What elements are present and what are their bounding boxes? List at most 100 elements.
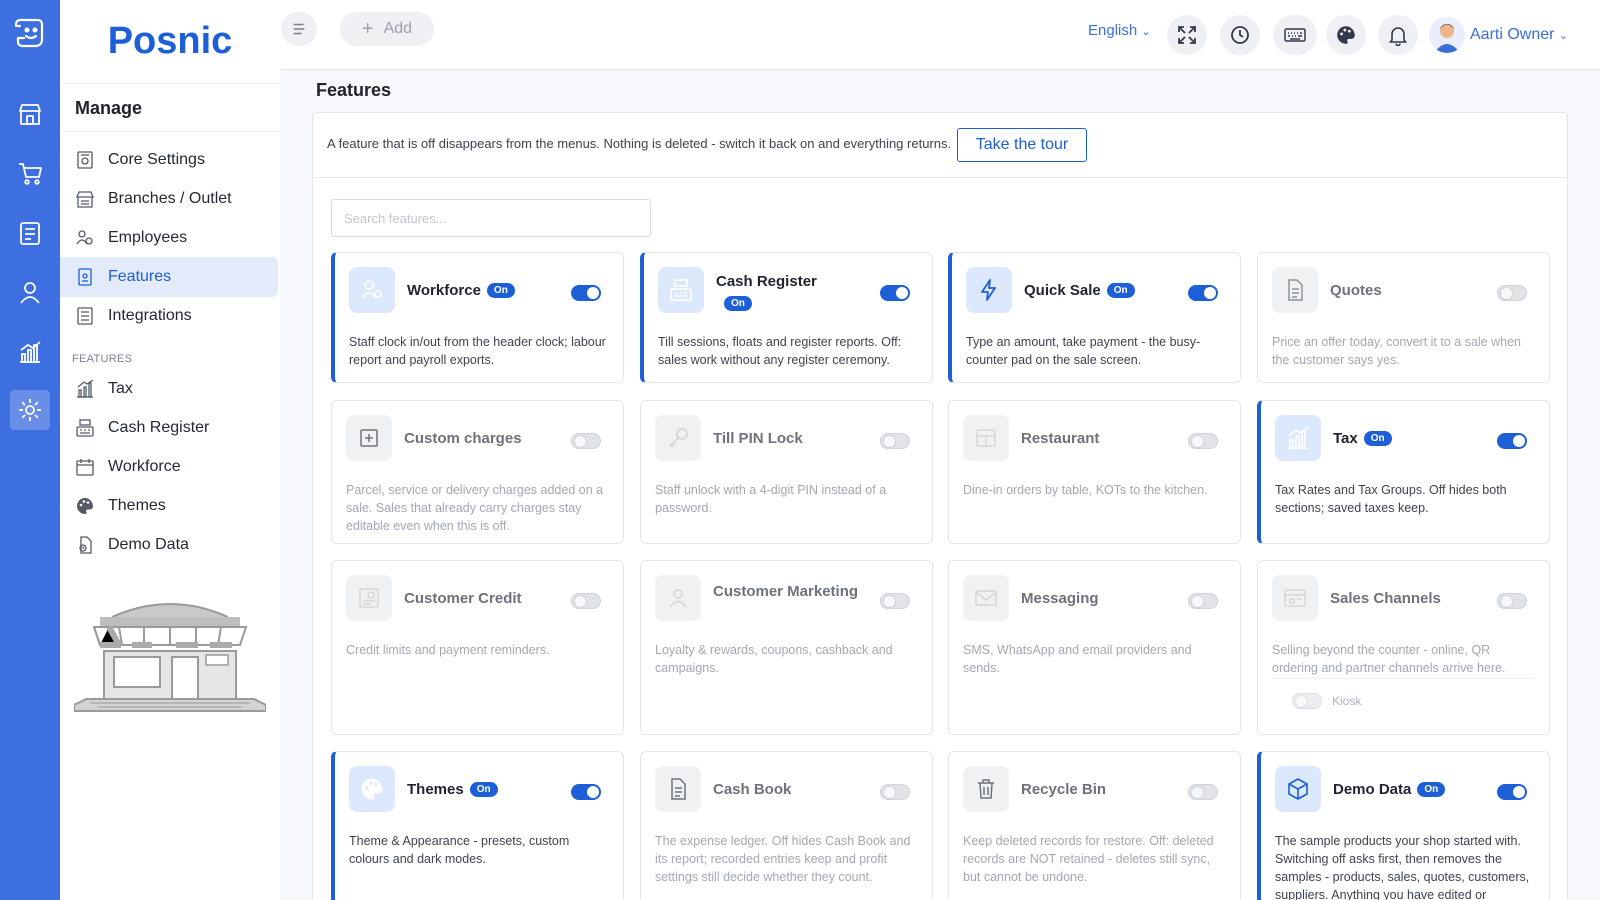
features-doc-icon — [74, 266, 96, 288]
user-menu[interactable]: Aarti Owner ⌄ — [1470, 26, 1568, 44]
bell-icon — [1388, 27, 1408, 46]
feature-toggle[interactable] — [1497, 593, 1527, 609]
card-title: Tax On — [1333, 430, 1392, 447]
clock-icon — [1231, 26, 1249, 44]
integrations-list-icon — [74, 305, 96, 327]
card-description: Till sessions, floats and register repor… — [658, 335, 902, 367]
rail-gear-icon[interactable] — [10, 390, 50, 430]
credit-icon — [346, 575, 392, 621]
document-icon — [655, 766, 701, 812]
person-icon — [655, 575, 701, 621]
card-title: Cash Register On — [716, 273, 817, 311]
manage-heading: Manage — [75, 98, 143, 118]
feature-toggle[interactable] — [1497, 433, 1527, 449]
top-bar: + Add English ⌄ Aarti Owner ⌄ — [280, 0, 1600, 70]
feature-toggle[interactable] — [1188, 593, 1218, 609]
language-selector[interactable]: English ⌄ — [1088, 22, 1151, 39]
feature-toggle[interactable] — [571, 285, 601, 301]
clock-button[interactable] — [1220, 15, 1260, 55]
cash-register-icon — [658, 267, 704, 313]
feature-toggle[interactable] — [880, 285, 910, 301]
feature-toggle[interactable] — [880, 593, 910, 609]
lightning-icon — [966, 267, 1012, 313]
user-name-label: Aarti Owner — [1470, 26, 1555, 43]
on-badge: On — [1106, 283, 1135, 298]
search-input[interactable] — [331, 199, 651, 237]
icon-rail — [0, 0, 60, 900]
rail-clipboard-icon[interactable] — [10, 213, 50, 253]
fullscreen-icon — [1178, 26, 1196, 44]
kiosk-label: Kiosk — [1332, 694, 1362, 708]
notifications-button[interactable] — [1378, 15, 1418, 55]
feature-card-tax: Tax On Tax Rates and Tax Groups. Off hide… — [1257, 400, 1550, 544]
feature-toggle[interactable] — [880, 784, 910, 800]
feature-card-quotes: Quotes Price an offer today, convert it … — [1257, 252, 1550, 383]
add-button[interactable]: + Add — [340, 12, 434, 46]
feature-card-quick-sale: Quick Sale On Type an amount, take paymen… — [948, 252, 1241, 383]
sidebar-item-features[interactable]: Features — [60, 257, 278, 297]
card-title: Customer Credit — [404, 590, 522, 607]
card-title: Quotes — [1330, 282, 1382, 299]
feature-toggle[interactable] — [1188, 433, 1218, 449]
sidebar-item-workforce[interactable]: Workforce — [60, 447, 280, 487]
fullscreen-button[interactable] — [1167, 15, 1207, 55]
sidebar-item-demo-data[interactable]: Demo Data — [60, 525, 280, 565]
card-description: Loyalty & rewards, coupons, cashback and… — [655, 643, 893, 675]
feature-toggle[interactable] — [571, 433, 601, 449]
rail-user-icon[interactable] — [10, 272, 50, 312]
sidebar-item-cash-register[interactable]: Cash Register — [60, 408, 280, 448]
settings-doc-icon — [74, 149, 96, 171]
sidebar-item-label: Demo Data — [108, 536, 189, 553]
card-description: SMS, WhatsApp and email providers and se… — [963, 643, 1192, 675]
avatar[interactable] — [1429, 17, 1465, 53]
keyboard-button[interactable] — [1273, 15, 1317, 55]
feature-toggle[interactable] — [1188, 285, 1218, 301]
card-description: Theme & Appearance - presets, custom col… — [349, 834, 570, 866]
feature-toggle[interactable] — [1188, 784, 1218, 800]
rail-cart-icon[interactable] — [10, 153, 50, 193]
trash-icon — [963, 766, 1009, 812]
sidebar-item-themes[interactable]: Themes — [60, 486, 280, 526]
rail-store-icon[interactable] — [10, 94, 50, 134]
palette-icon — [349, 766, 395, 812]
features-section-label: FEATURES — [72, 353, 133, 365]
features-notice: A feature that is off disappears from th… — [327, 136, 952, 151]
keyboard-icon — [1284, 28, 1306, 42]
feature-card-till-pin-lock: Till PIN Lock Staff unlock with a 4-digi… — [640, 400, 933, 544]
menu-toggle-button[interactable] — [281, 12, 317, 46]
sidebar-item-core-settings[interactable]: Core Settings — [60, 140, 280, 180]
brand-logo[interactable]: Posnic — [60, 0, 280, 84]
on-badge: On — [486, 283, 515, 298]
card-description: Parcel, service or delivery charges adde… — [346, 483, 604, 533]
feature-toggle[interactable] — [571, 784, 601, 800]
workforce-calendar-icon — [74, 456, 96, 478]
feature-card-themes: Themes On Theme & Appearance - presets, c… — [331, 751, 624, 900]
sidebar-item-label: Themes — [108, 497, 166, 514]
card-title: Custom charges — [404, 430, 522, 447]
menu-lines-icon — [293, 23, 305, 35]
sidebar-item-integrations[interactable]: Integrations — [60, 296, 280, 336]
kiosk-toggle[interactable] — [1292, 693, 1322, 709]
divider — [60, 131, 280, 132]
feature-toggle[interactable] — [1497, 285, 1527, 301]
take-tour-button[interactable]: Take the tour — [957, 128, 1087, 162]
sidebar-item-employees[interactable]: Employees — [60, 218, 280, 258]
app-logo-icon[interactable] — [10, 12, 50, 52]
feature-toggle[interactable] — [880, 433, 910, 449]
card-description: Dine-in orders by table, KOTs to the kit… — [963, 483, 1208, 497]
channels-icon — [1272, 575, 1318, 621]
feature-card-cash-register: Cash Register On Till sessions, floats an… — [640, 252, 933, 383]
cube-icon — [1275, 766, 1321, 812]
theme-button[interactable] — [1326, 15, 1366, 55]
feature-toggle[interactable] — [1497, 784, 1527, 800]
rail-chart-icon[interactable] — [10, 332, 50, 372]
sidebar-item-branches[interactable]: Branches / Outlet — [60, 179, 280, 219]
card-title: Restaurant — [1021, 430, 1100, 447]
employees-gear-icon — [74, 227, 96, 249]
divider — [1272, 678, 1534, 679]
settings-sidebar: Posnic Manage Core Settings Branches / O… — [60, 0, 280, 900]
sidebar-item-tax[interactable]: Tax — [60, 369, 280, 409]
feature-toggle[interactable] — [571, 593, 601, 609]
card-description: Type an amount, take payment - the busy-… — [966, 335, 1201, 367]
card-title: Workforce On — [407, 282, 515, 299]
